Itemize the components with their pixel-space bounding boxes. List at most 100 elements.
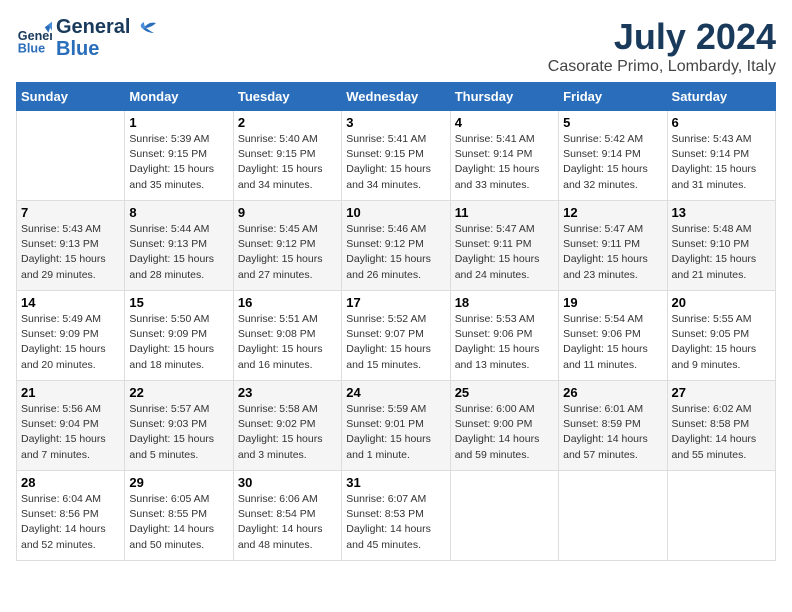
calendar-cell: 31Sunrise: 6:07 AM Sunset: 8:53 PM Dayli… — [342, 471, 450, 561]
day-number: 19 — [563, 295, 662, 310]
calendar-cell: 12Sunrise: 5:47 AM Sunset: 9:11 PM Dayli… — [559, 201, 667, 291]
day-info: Sunrise: 5:45 AM Sunset: 9:12 PM Dayligh… — [238, 222, 337, 283]
calendar-cell: 10 Sunrise: 5:46 AM Sunset: 9:12 PM Dayli… — [342, 201, 450, 291]
weekday-header-saturday: Saturday — [667, 83, 775, 111]
day-info: Sunrise: 5:55 AM Sunset: 9:05 PM Dayligh… — [672, 312, 771, 373]
calendar-cell: 9 Sunrise: 5:45 AM Sunset: 9:12 PM Daylig… — [233, 201, 341, 291]
calendar-cell — [450, 471, 558, 561]
day-number: 12 — [563, 205, 662, 220]
calendar-cell: 3Sunrise: 5:41 AM Sunset: 9:15 PM Daylig… — [342, 111, 450, 201]
calendar-table: SundayMondayTuesdayWednesdayThursdayFrid… — [16, 82, 776, 561]
calendar-cell: 19Sunrise: 5:54 AM Sunset: 9:06 PM Dayli… — [559, 291, 667, 381]
day-number: 23 — [238, 385, 337, 400]
day-info: Sunrise: 6:01 AM Sunset: 8:59 PM Dayligh… — [563, 402, 662, 463]
logo-general-text: General — [56, 16, 130, 38]
logo-icon: General Blue — [16, 20, 52, 56]
day-number: 16 — [238, 295, 337, 310]
day-number: 8 — [129, 205, 228, 220]
day-info: Sunrise: 5:58 AM Sunset: 9:02 PM Dayligh… — [238, 402, 337, 463]
day-number: 26 — [563, 385, 662, 400]
calendar-cell: 17 Sunrise: 5:52 AM Sunset: 9:07 PM Dayli… — [342, 291, 450, 381]
calendar-cell: 23 Sunrise: 5:58 AM Sunset: 9:02 PM Dayli… — [233, 381, 341, 471]
calendar-cell: 2 Sunrise: 5:40 AM Sunset: 9:15 PM Daylig… — [233, 111, 341, 201]
day-info: Sunrise: 5:52 AM Sunset: 9:07 PM Dayligh… — [346, 312, 445, 373]
day-info: Sunrise: 5:56 AM Sunset: 9:04 PM Dayligh… — [21, 402, 120, 463]
calendar-cell: 20 Sunrise: 5:55 AM Sunset: 9:05 PM Dayli… — [667, 291, 775, 381]
title-block: July 2024 Casorate Primo, Lombardy, Ital… — [548, 16, 776, 76]
calendar-cell: 1 Sunrise: 5:39 AM Sunset: 9:15 PM Daylig… — [125, 111, 233, 201]
calendar-cell: 5Sunrise: 5:42 AM Sunset: 9:14 PM Daylig… — [559, 111, 667, 201]
svg-text:Blue: Blue — [18, 41, 45, 55]
day-number: 20 — [672, 295, 771, 310]
calendar-cell: 7 Sunrise: 5:43 AM Sunset: 9:13 PM Daylig… — [17, 201, 125, 291]
day-info: Sunrise: 5:49 AM Sunset: 9:09 PM Dayligh… — [21, 312, 120, 373]
calendar-cell: 4 Sunrise: 5:41 AM Sunset: 9:14 PM Daylig… — [450, 111, 558, 201]
weekday-header-wednesday: Wednesday — [342, 83, 450, 111]
day-number: 9 — [238, 205, 337, 220]
day-info: Sunrise: 5:40 AM Sunset: 9:15 PM Dayligh… — [238, 132, 337, 193]
day-number: 11 — [455, 205, 554, 220]
day-number: 14 — [21, 295, 120, 310]
weekday-header-monday: Monday — [125, 83, 233, 111]
logo-blue-text: Blue — [56, 38, 130, 60]
day-info: Sunrise: 6:06 AM Sunset: 8:54 PM Dayligh… — [238, 492, 337, 553]
calendar-cell: 11 Sunrise: 5:47 AM Sunset: 9:11 PM Dayli… — [450, 201, 558, 291]
day-number: 17 — [346, 295, 445, 310]
day-info: Sunrise: 6:05 AM Sunset: 8:55 PM Dayligh… — [129, 492, 228, 553]
week-row-3: 14 Sunrise: 5:49 AM Sunset: 9:09 PM Dayli… — [17, 291, 776, 381]
weekday-header-row: SundayMondayTuesdayWednesdayThursdayFrid… — [17, 83, 776, 111]
weekday-header-friday: Friday — [559, 83, 667, 111]
day-number: 10 — [346, 205, 445, 220]
day-number: 27 — [672, 385, 771, 400]
day-info: Sunrise: 5:41 AM Sunset: 9:14 PM Dayligh… — [455, 132, 554, 193]
day-info: Sunrise: 5:51 AM Sunset: 9:08 PM Dayligh… — [238, 312, 337, 373]
page-subtitle: Casorate Primo, Lombardy, Italy — [548, 58, 776, 76]
day-number: 2 — [238, 115, 337, 130]
day-info: Sunrise: 5:48 AM Sunset: 9:10 PM Dayligh… — [672, 222, 771, 283]
calendar-cell: 21 Sunrise: 5:56 AM Sunset: 9:04 PM Dayli… — [17, 381, 125, 471]
day-info: Sunrise: 5:39 AM Sunset: 9:15 PM Dayligh… — [129, 132, 228, 193]
day-info: Sunrise: 5:43 AM Sunset: 9:13 PM Dayligh… — [21, 222, 120, 283]
weekday-header-thursday: Thursday — [450, 83, 558, 111]
day-number: 18 — [455, 295, 554, 310]
calendar-cell — [17, 111, 125, 201]
day-info: Sunrise: 5:46 AM Sunset: 9:12 PM Dayligh… — [346, 222, 445, 283]
calendar-cell: 28 Sunrise: 6:04 AM Sunset: 8:56 PM Dayli… — [17, 471, 125, 561]
calendar-cell — [559, 471, 667, 561]
day-number: 4 — [455, 115, 554, 130]
calendar-cell: 24 Sunrise: 5:59 AM Sunset: 9:01 PM Dayli… — [342, 381, 450, 471]
day-info: Sunrise: 5:59 AM Sunset: 9:01 PM Dayligh… — [346, 402, 445, 463]
calendar-cell: 25 Sunrise: 6:00 AM Sunset: 9:00 PM Dayli… — [450, 381, 558, 471]
weekday-header-sunday: Sunday — [17, 83, 125, 111]
day-number: 22 — [129, 385, 228, 400]
calendar-cell: 27 Sunrise: 6:02 AM Sunset: 8:58 PM Dayli… — [667, 381, 775, 471]
calendar-cell: 29Sunrise: 6:05 AM Sunset: 8:55 PM Dayli… — [125, 471, 233, 561]
day-number: 21 — [21, 385, 120, 400]
day-info: Sunrise: 5:50 AM Sunset: 9:09 PM Dayligh… — [129, 312, 228, 373]
day-info: Sunrise: 6:00 AM Sunset: 9:00 PM Dayligh… — [455, 402, 554, 463]
day-info: Sunrise: 5:42 AM Sunset: 9:14 PM Dayligh… — [563, 132, 662, 193]
day-number: 1 — [129, 115, 228, 130]
day-number: 25 — [455, 385, 554, 400]
calendar-cell: 6Sunrise: 5:43 AM Sunset: 9:14 PM Daylig… — [667, 111, 775, 201]
calendar-cell: 15Sunrise: 5:50 AM Sunset: 9:09 PM Dayli… — [125, 291, 233, 381]
calendar-cell: 30Sunrise: 6:06 AM Sunset: 8:54 PM Dayli… — [233, 471, 341, 561]
day-number: 31 — [346, 475, 445, 490]
day-info: Sunrise: 5:47 AM Sunset: 9:11 PM Dayligh… — [455, 222, 554, 283]
day-number: 13 — [672, 205, 771, 220]
bird-icon — [128, 19, 158, 39]
day-info: Sunrise: 5:53 AM Sunset: 9:06 PM Dayligh… — [455, 312, 554, 373]
week-row-1: 1 Sunrise: 5:39 AM Sunset: 9:15 PM Daylig… — [17, 111, 776, 201]
day-info: Sunrise: 6:02 AM Sunset: 8:58 PM Dayligh… — [672, 402, 771, 463]
calendar-cell: 26 Sunrise: 6:01 AM Sunset: 8:59 PM Dayli… — [559, 381, 667, 471]
day-info: Sunrise: 5:44 AM Sunset: 9:13 PM Dayligh… — [129, 222, 228, 283]
day-number: 28 — [21, 475, 120, 490]
calendar-cell: 22 Sunrise: 5:57 AM Sunset: 9:03 PM Dayli… — [125, 381, 233, 471]
day-info: Sunrise: 5:57 AM Sunset: 9:03 PM Dayligh… — [129, 402, 228, 463]
day-number: 7 — [21, 205, 120, 220]
calendar-cell: 18 Sunrise: 5:53 AM Sunset: 9:06 PM Dayli… — [450, 291, 558, 381]
weekday-header-tuesday: Tuesday — [233, 83, 341, 111]
calendar-cell: 14 Sunrise: 5:49 AM Sunset: 9:09 PM Dayli… — [17, 291, 125, 381]
day-number: 24 — [346, 385, 445, 400]
day-info: Sunrise: 6:04 AM Sunset: 8:56 PM Dayligh… — [21, 492, 120, 553]
